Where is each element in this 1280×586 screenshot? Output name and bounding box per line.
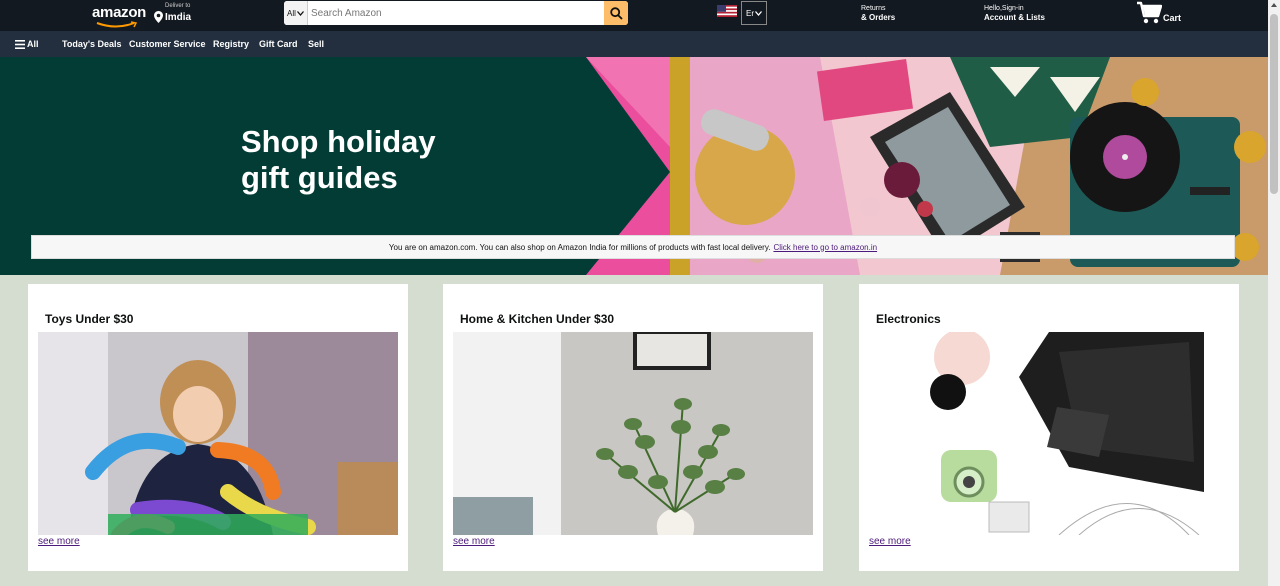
locale-notice-text: You are on amazon.com. You can also shop… xyxy=(388,242,771,252)
category-card-toys[interactable]: Toys Under $30 see more xyxy=(28,284,408,571)
returns-line1: Returns xyxy=(861,5,886,12)
card-title: Home & Kitchen Under $30 xyxy=(460,312,615,326)
chevron-down-icon xyxy=(296,10,304,16)
logo-text: amazon xyxy=(92,4,147,21)
category-card-electronics[interactable]: Electronics see more xyxy=(859,284,1239,571)
nav-gift-card[interactable]: Gift Card xyxy=(259,39,298,49)
search-category-select[interactable]: All xyxy=(284,1,308,25)
sub-navbar: All Today's Deals Customer Service Regis… xyxy=(0,31,1268,57)
search-icon xyxy=(609,6,623,20)
category-card-home-kitchen[interactable]: Home & Kitchen Under $30 see more xyxy=(443,284,823,571)
cart-icon xyxy=(1137,1,1163,24)
category-cards: Toys Under $30 see more Home & Kitchen U… xyxy=(0,275,1268,586)
language-select[interactable]: Er xyxy=(741,1,767,25)
see-more-link[interactable]: see more xyxy=(869,536,911,547)
see-more-link[interactable]: see more xyxy=(453,536,495,547)
hero-title: Shop holiday gift guides xyxy=(241,124,501,196)
us-flag-icon[interactable] xyxy=(717,5,737,17)
search-bar: All xyxy=(284,1,628,25)
hero-banner[interactable]: Shop holiday gift guides You are on amaz… xyxy=(0,57,1268,275)
card-title: Toys Under $30 xyxy=(45,312,134,326)
account-line1: Hello,Sign-in xyxy=(984,5,1024,12)
search-input[interactable] xyxy=(308,1,604,25)
language-label: Er xyxy=(746,8,754,18)
home-kitchen-product-image[interactable] xyxy=(453,332,813,535)
scroll-up-arrow-icon[interactable] xyxy=(1271,3,1277,7)
page: amazon Deliver to Imdia All Search Amazo… xyxy=(0,0,1280,586)
card-title: Electronics xyxy=(876,312,941,326)
account-lists-link[interactable]: Hello,Sign-in Account & Lists xyxy=(984,4,1045,23)
see-more-link[interactable]: see more xyxy=(38,536,80,547)
all-menu-label: All xyxy=(27,39,39,49)
deliver-location: Imdia xyxy=(165,12,192,23)
returns-line2: & Orders xyxy=(861,13,896,22)
electronics-product-image[interactable] xyxy=(869,332,1229,535)
amazon-logo[interactable]: amazon xyxy=(92,4,148,28)
all-menu-button[interactable]: All xyxy=(15,39,39,49)
page-scrollbar[interactable] xyxy=(1268,0,1280,586)
nav-todays-deals[interactable]: Today's Deals xyxy=(62,39,122,49)
scrollbar-thumb[interactable] xyxy=(1270,14,1278,194)
top-navbar: amazon Deliver to Imdia All Search Amazo… xyxy=(0,0,1268,31)
logo-smile-icon xyxy=(96,21,138,28)
locale-notice: You are on amazon.com. You can also shop… xyxy=(31,235,1235,259)
search-button[interactable] xyxy=(604,1,628,25)
nav-registry[interactable]: Registry xyxy=(213,39,249,49)
hero-title-line2: gift guides xyxy=(241,160,398,195)
cart-link[interactable]: Cart xyxy=(1136,1,1181,30)
cart-label: Cart xyxy=(1163,13,1182,23)
hero-title-line1: Shop holiday xyxy=(241,124,436,159)
menu-icon xyxy=(15,39,25,49)
chevron-down-icon xyxy=(755,10,762,16)
toys-product-image[interactable] xyxy=(38,332,398,535)
returns-orders-link[interactable]: Returns & Orders xyxy=(861,4,895,23)
account-line2: Account & Lists xyxy=(984,13,1045,22)
locale-notice-link[interactable]: Click here to go to amazon.in xyxy=(773,243,877,252)
nav-customer-service[interactable]: Customer Service xyxy=(129,39,206,49)
nav-sell[interactable]: Sell xyxy=(308,39,324,49)
search-category-label: All xyxy=(287,8,296,18)
location-pin-icon xyxy=(154,11,163,23)
deliver-label: Deliver to xyxy=(165,3,191,9)
